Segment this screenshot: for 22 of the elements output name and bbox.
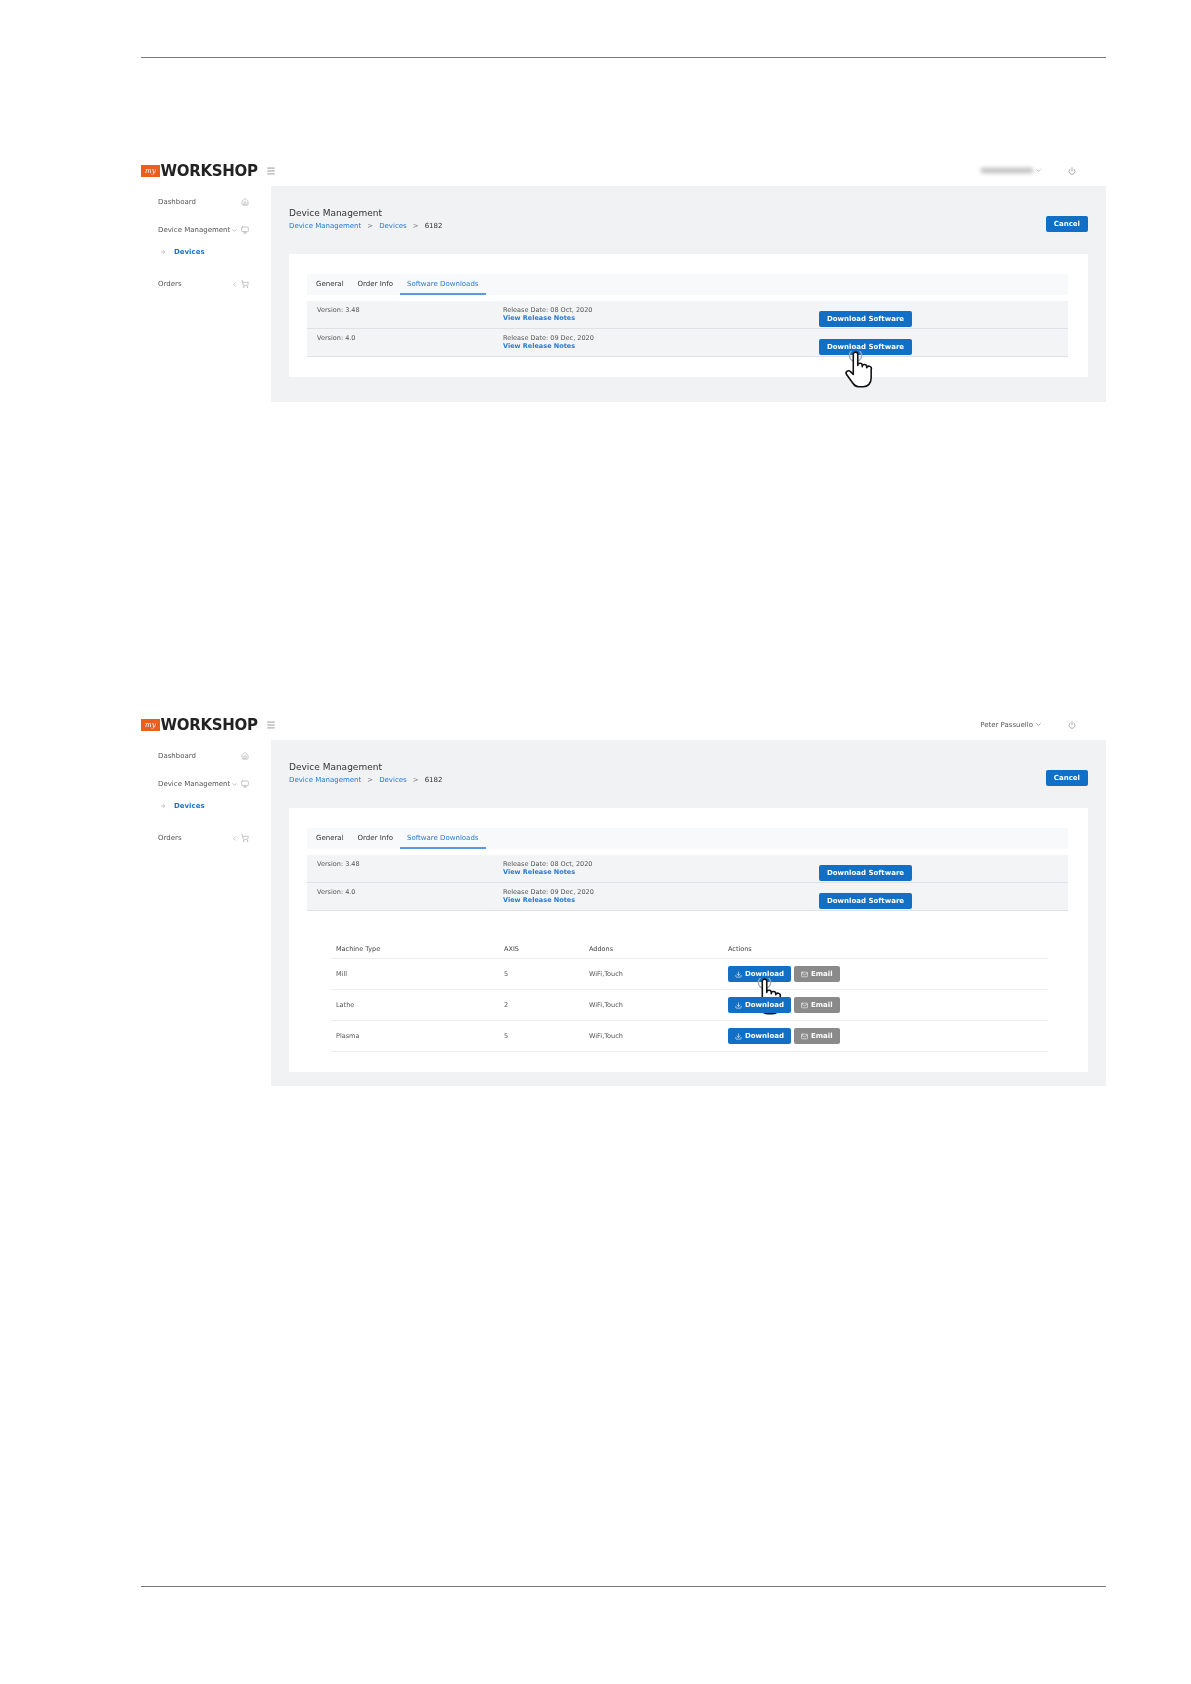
mail-icon: [801, 970, 808, 978]
mail-icon: [801, 1001, 808, 1009]
arrow-right-icon: [160, 803, 166, 809]
download-icon: [735, 1001, 742, 1009]
arrow-right-icon: [160, 249, 166, 255]
page-title: Device Management: [289, 208, 383, 218]
chevron-down-icon: [1035, 721, 1042, 728]
mail-icon: [801, 1032, 808, 1040]
chevron-down-icon[interactable]: [1035, 167, 1042, 174]
monitor-icon: [241, 226, 249, 234]
page-title: Device Management: [289, 762, 383, 772]
menu-icon[interactable]: [266, 165, 276, 176]
download-icon: [735, 1032, 742, 1040]
cart-icon: [241, 280, 249, 288]
power-icon[interactable]: [1068, 166, 1076, 175]
menu-icon[interactable]: [266, 719, 276, 730]
home-icon: [241, 752, 249, 760]
home-icon: [241, 198, 249, 206]
power-icon[interactable]: [1068, 720, 1076, 729]
download-icon: [735, 970, 742, 978]
monitor-icon: [241, 780, 249, 788]
cart-icon: [241, 834, 249, 842]
